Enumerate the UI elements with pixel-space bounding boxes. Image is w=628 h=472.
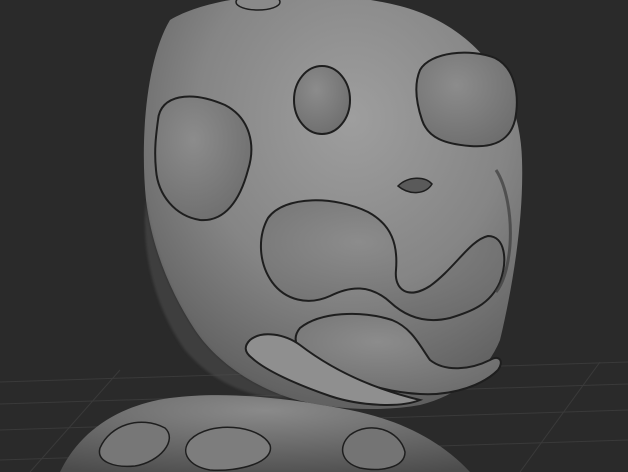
3d-viewport[interactable] <box>0 0 628 472</box>
right-forehead-plate <box>415 51 518 148</box>
top-nub <box>235 0 281 11</box>
viewport-canvas[interactable] <box>0 0 628 472</box>
forehead-oval <box>293 65 351 135</box>
